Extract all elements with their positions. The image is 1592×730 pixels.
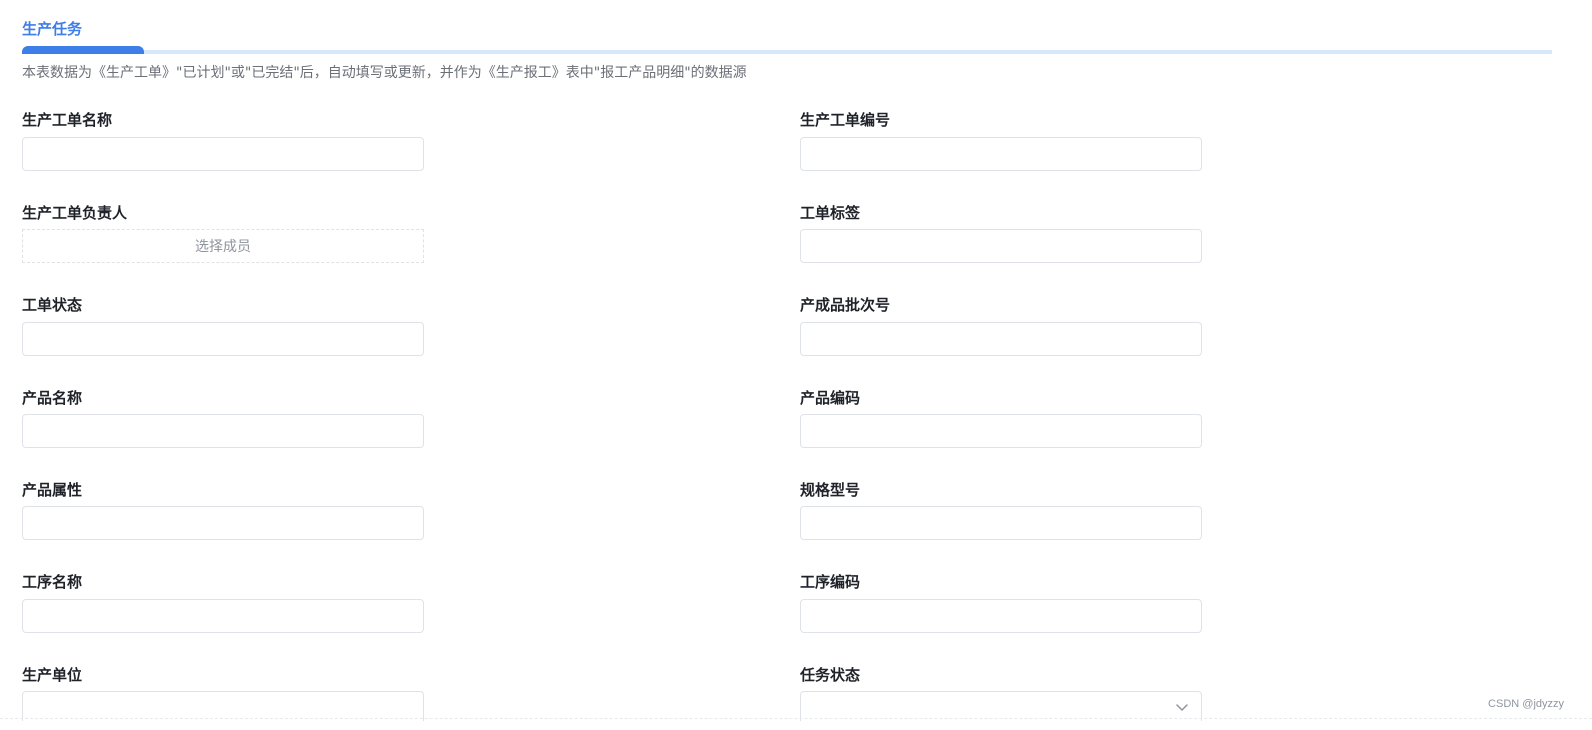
- spec-model-input[interactable]: [800, 506, 1202, 540]
- work-order-owner-label: 生产工单负责人: [22, 204, 128, 222]
- work-order-status-label: 工单状态: [22, 296, 83, 314]
- work-order-owner-member-picker[interactable]: 选择成员: [22, 229, 424, 263]
- process-name-label: 工序名称: [22, 573, 83, 591]
- section-divider: [22, 50, 1552, 54]
- product-name-label: 产品名称: [22, 389, 83, 407]
- task-status-label: 任务状态: [800, 666, 861, 684]
- batch-number-input[interactable]: [800, 322, 1202, 356]
- work-order-number-label: 生产工单编号: [800, 111, 891, 129]
- product-code-input[interactable]: [800, 414, 1202, 448]
- product-name-input[interactable]: [22, 414, 424, 448]
- form-page: 生产任务 本表数据为《生产工单》"已计划"或"已完结"后，自动填写或更新，并作为…: [0, 0, 1592, 730]
- work-order-status-input[interactable]: [22, 322, 424, 356]
- form-bottom-divider: [0, 718, 1592, 719]
- section-divider-active: [22, 46, 144, 54]
- production-unit-input[interactable]: [22, 691, 424, 721]
- process-code-label: 工序编码: [800, 573, 861, 591]
- process-code-input[interactable]: [800, 599, 1202, 633]
- chevron-down-icon[interactable]: [1175, 702, 1189, 712]
- product-attribute-input[interactable]: [22, 506, 424, 540]
- work-order-name-label: 生产工单名称: [22, 111, 113, 129]
- section-description: 本表数据为《生产工单》"已计划"或"已完结"后，自动填写或更新，并作为《生产报工…: [22, 65, 747, 81]
- work-order-tag-label: 工单标签: [800, 204, 861, 222]
- batch-number-label: 产成品批次号: [800, 296, 891, 314]
- task-status-select[interactable]: [800, 691, 1202, 721]
- product-attribute-label: 产品属性: [22, 481, 83, 499]
- spec-model-label: 规格型号: [800, 481, 861, 499]
- production-unit-label: 生产单位: [22, 666, 83, 684]
- product-code-label: 产品编码: [800, 389, 861, 407]
- process-name-input[interactable]: [22, 599, 424, 633]
- work-order-tag-input[interactable]: [800, 229, 1202, 263]
- csdn-watermark: CSDN @jdyzzy: [1488, 698, 1564, 710]
- section-title: 生产任务: [22, 20, 83, 38]
- work-order-number-input[interactable]: [800, 137, 1202, 171]
- work-order-name-input[interactable]: [22, 137, 424, 171]
